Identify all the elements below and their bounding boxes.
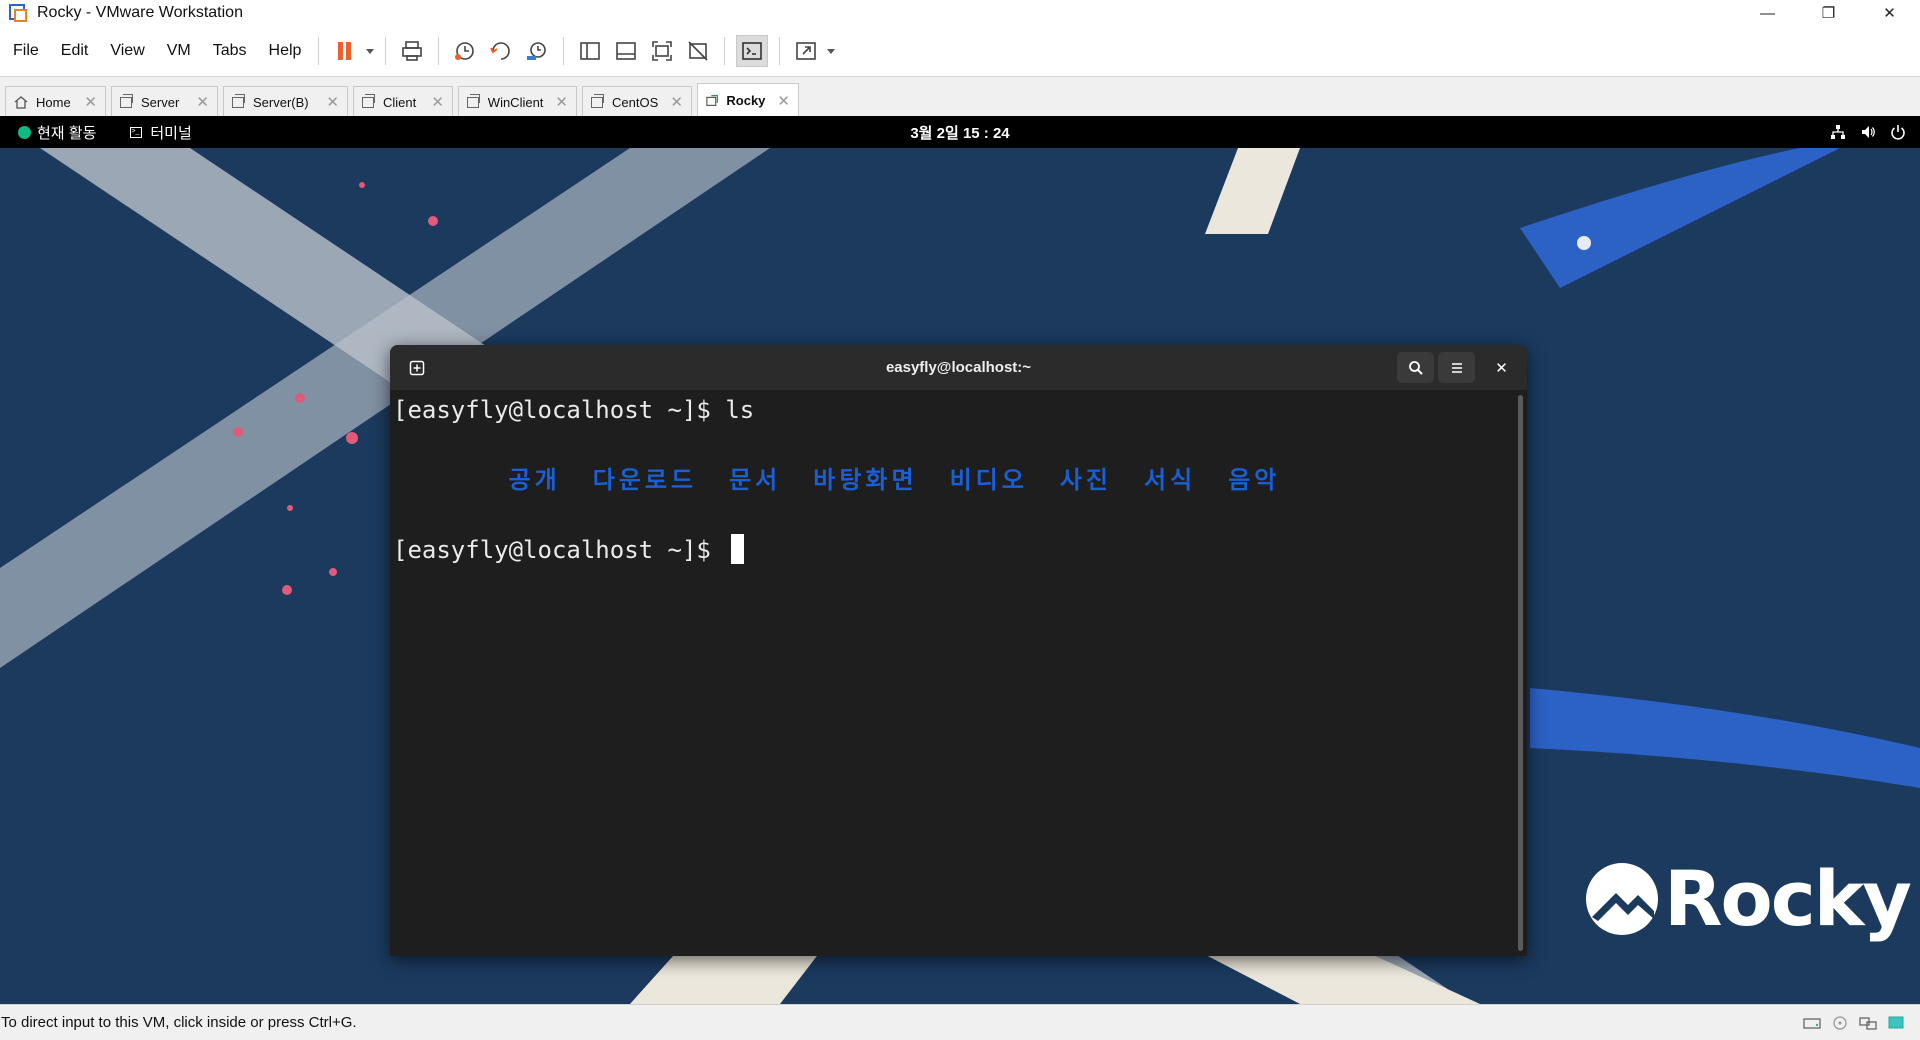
- close-tab-icon[interactable]: ✕: [765, 92, 790, 110]
- ls-output: 공개 다운로드 문서 바탕화면 비디오 사진 서식 음악: [393, 428, 1524, 533]
- activities-label: 현재 활동: [37, 124, 97, 142]
- send-ctrl-alt-del-icon[interactable]: [397, 36, 427, 66]
- vm-icon: [120, 93, 133, 108]
- tab-label: Server(B): [253, 94, 309, 110]
- vm-running-icon: [706, 94, 719, 106]
- activities-button[interactable]: 현재 활동: [18, 122, 96, 143]
- directory-entry: 문서: [729, 466, 782, 494]
- power-dropdown-icon[interactable]: [363, 36, 377, 66]
- menu-edit[interactable]: Edit: [48, 42, 98, 60]
- directory-entry: 사진: [1059, 466, 1113, 494]
- terminal-headerbar[interactable]: easyfly@localhost:~ ✕: [390, 345, 1527, 390]
- display-icon[interactable]: [1886, 1015, 1906, 1031]
- vm-icon: [362, 93, 375, 108]
- full-screen-icon[interactable]: [647, 36, 677, 66]
- tab-label: WinClient: [487, 94, 544, 110]
- close-tab-icon[interactable]: ✕: [314, 93, 339, 111]
- app-menu-terminal[interactable]: >_ 터미널: [130, 122, 192, 143]
- close-tab-icon[interactable]: ✕: [543, 93, 568, 111]
- tab-home[interactable]: Home ✕: [5, 86, 106, 117]
- new-tab-icon[interactable]: [402, 353, 432, 383]
- terminal-close-button[interactable]: ✕: [1486, 352, 1517, 383]
- tab-winclient[interactable]: WinClient ✕: [458, 86, 577, 117]
- tab-centos[interactable]: CentOS ✕: [582, 86, 692, 117]
- rocky-linux-logo: Rocky: [1584, 854, 1912, 943]
- tab-server[interactable]: Server ✕: [111, 86, 218, 117]
- stretch-dropdown-icon[interactable]: [824, 36, 838, 66]
- volume-icon: [1862, 126, 1875, 138]
- gnome-top-bar: 현재 활동 >_ 터미널 3월 2일 15 : 24: [0, 116, 1920, 148]
- directory-entry: 다운로드: [592, 466, 698, 494]
- terminal-scrollbar[interactable]: [1518, 395, 1523, 951]
- tab-label: Rocky: [726, 93, 766, 108]
- directory-entry: 바탕화면: [813, 466, 918, 494]
- rocky-logo-icon: [18, 125, 31, 139]
- terminal-window[interactable]: easyfly@localhost:~ ✕ [easyfly@localhost…: [390, 345, 1527, 956]
- menu-view[interactable]: View: [97, 42, 153, 60]
- maximize-button[interactable]: ❐: [1798, 0, 1859, 26]
- vm-tab-bar: Home ✕ Server ✕ Server(B) ✕ Client ✕ Win…: [0, 76, 1920, 117]
- power-icon: [1891, 125, 1905, 140]
- close-tab-icon[interactable]: ✕: [72, 93, 97, 111]
- close-window-button[interactable]: ✕: [1859, 0, 1920, 26]
- menu-vm[interactable]: VM: [154, 42, 200, 60]
- tab-label: Home: [36, 94, 71, 110]
- terminal-icon: >_: [130, 126, 143, 138]
- fullscreen-icon[interactable]: [791, 36, 821, 66]
- tab-label: Client: [383, 94, 417, 110]
- text-cursor: [731, 534, 745, 564]
- status-message: To direct input to this VM, click inside…: [1, 1014, 357, 1031]
- menu-tabs[interactable]: Tabs: [200, 42, 256, 60]
- vmware-app-icon: [9, 4, 27, 22]
- tab-client[interactable]: Client ✕: [353, 86, 453, 117]
- date-time[interactable]: 3월 2일 15 : 24: [0, 122, 1920, 143]
- network-adapter-icon[interactable]: [1858, 1015, 1878, 1031]
- directory-entry: 비디오: [949, 466, 1028, 494]
- search-icon[interactable]: [1397, 352, 1434, 383]
- rocky-mountain-icon: [1586, 862, 1658, 935]
- window-title: Rocky - VMware Workstation: [37, 4, 243, 21]
- cd-dvd-icon[interactable]: [1830, 1015, 1850, 1031]
- menu-file[interactable]: File: [0, 42, 48, 60]
- thumbnail-bar-icon[interactable]: [611, 36, 641, 66]
- shell-prompt: [easyfly@localhost ~]$: [393, 536, 726, 564]
- vm-display[interactable]: 현재 활동 >_ 터미널 3월 2일 15 : 24 Rocky easyfly…: [0, 116, 1920, 1004]
- snapshot-icon[interactable]: [450, 36, 480, 66]
- menu-toolbar: File Edit View VM Tabs Help: [0, 26, 1920, 76]
- hard-disk-icon[interactable]: [1802, 1015, 1822, 1031]
- network-icon: [1831, 125, 1845, 139]
- directory-entry: 서식: [1144, 466, 1197, 494]
- vm-icon: [232, 93, 245, 108]
- revert-icon[interactable]: [486, 36, 516, 66]
- app-menu-label: 터미널: [150, 124, 192, 142]
- command-line: [easyfly@localhost ~]$ ls: [393, 396, 755, 424]
- close-tab-icon[interactable]: ✕: [658, 93, 683, 111]
- minimize-button[interactable]: —: [1737, 0, 1798, 26]
- home-icon: [14, 95, 28, 109]
- rocky-wordmark: Rocky: [1664, 854, 1912, 943]
- tab-label: CentOS: [612, 94, 659, 110]
- pause-icon[interactable]: [330, 36, 360, 66]
- close-tab-icon[interactable]: ✕: [184, 93, 209, 111]
- show-library-icon[interactable]: [575, 36, 605, 66]
- terminal-output[interactable]: [easyfly@localhost ~]$ ls 공개 다운로드 문서 바탕화면 비디…: [390, 390, 1527, 571]
- terminal-title: easyfly@localhost:~: [885, 359, 1032, 376]
- hamburger-menu-icon[interactable]: [1438, 352, 1475, 383]
- unity-icon[interactable]: [683, 36, 713, 66]
- directory-entry: 공개: [508, 466, 561, 494]
- system-tray[interactable]: [1830, 124, 1906, 140]
- vm-icon: [467, 93, 480, 108]
- tab-server-b[interactable]: Server(B) ✕: [223, 86, 348, 117]
- tab-label: Server: [141, 94, 180, 110]
- close-tab-icon[interactable]: ✕: [419, 93, 444, 111]
- vm-icon: [591, 93, 604, 108]
- status-bar: To direct input to this VM, click inside…: [0, 1004, 1920, 1040]
- directory-entry: 음악: [1228, 466, 1281, 494]
- prompt-line[interactable]: [easyfly@localhost ~]$: [393, 533, 1524, 568]
- menu-help[interactable]: Help: [256, 42, 311, 60]
- tab-rocky[interactable]: Rocky ✕: [697, 83, 799, 117]
- console-view-icon[interactable]: [736, 35, 769, 67]
- manage-snapshots-icon[interactable]: [522, 36, 552, 66]
- window-titlebar: Rocky - VMware Workstation — ❐ ✕: [0, 0, 1920, 26]
